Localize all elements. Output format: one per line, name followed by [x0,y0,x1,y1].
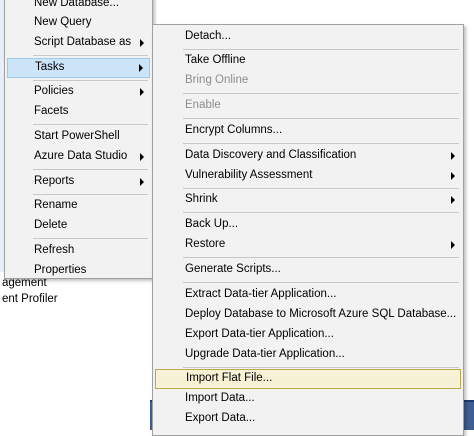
menu-item-label: Take Offline [185,54,246,66]
menu-item-export-data-tier[interactable]: Export Data-tier Application... [155,325,461,345]
menu-separator [183,188,459,189]
tree-node-profiler[interactable]: ent Profiler [2,293,58,305]
menu-item-extract-data-tier[interactable]: Extract Data-tier Application... [155,285,461,305]
menu-item-new-query[interactable]: New Query [7,13,150,33]
tasks-submenu: Detach... Take Offline Bring Online Enab… [152,24,464,436]
menu-separator [183,143,459,144]
menu-item-take-offline[interactable]: Take Offline [155,51,461,71]
menu-item-label: Vulnerability Assessment [185,169,313,181]
menu-separator [33,194,148,195]
menu-item-label: Bring Online [185,74,249,86]
menu-separator [183,49,459,50]
menu-item-policies[interactable]: Policies [7,82,150,102]
menu-item-deploy-to-azure[interactable]: Deploy Database to Microsoft Azure SQL D… [155,305,461,325]
menu-item-facets[interactable]: Facets [7,102,150,122]
menu-separator [183,282,459,283]
menu-item-label: Export Data... [185,412,256,424]
menu-item-label: Extract Data-tier Application... [185,288,337,300]
menu-item-label: Shrink [185,193,218,205]
menu-item-label: Rename [34,199,78,211]
submenu-arrow-icon [140,39,144,47]
menu-item-label: Restore [185,238,226,250]
menu-item-new-database[interactable]: New Database... [7,0,150,14]
menu-separator [33,80,148,81]
menu-item-back-up[interactable]: Back Up... [155,215,461,235]
menu-item-label: Deploy Database to Microsoft Azure SQL D… [185,308,457,320]
menu-item-refresh[interactable]: Refresh [7,241,150,261]
menu-item-script-database-as[interactable]: Script Database as [7,33,150,53]
menu-separator [183,212,459,213]
menu-item-enable[interactable]: Enable [155,96,461,116]
submenu-arrow-icon [451,152,455,160]
menu-item-label: Properties [34,264,87,276]
menu-item-shrink[interactable]: Shrink [155,190,461,210]
submenu-arrow-icon [140,178,144,186]
menu-item-import-data[interactable]: Import Data... [155,389,461,409]
menu-item-label: Policies [34,85,74,97]
menu-item-label: New Query [34,16,92,28]
menu-item-reports[interactable]: Reports [7,172,150,192]
menu-separator [183,118,459,119]
menu-separator [33,169,148,170]
object-explorer-tree: agement ent Profiler [0,272,160,430]
menu-separator [33,124,148,125]
menu-item-label: Reports [34,175,75,187]
menu-item-tasks[interactable]: Tasks [7,58,150,78]
database-context-menu: New Database... New Query Script Databas… [4,0,153,279]
menu-item-label: Detach... [185,30,232,42]
menu-item-rename[interactable]: Rename [7,196,150,216]
menu-separator [33,238,148,239]
menu-separator [183,367,459,368]
menu-item-import-flat-file[interactable]: Import Flat File... [155,369,461,389]
menu-item-encrypt-columns[interactable]: Encrypt Columns... [155,121,461,141]
menu-item-detach[interactable]: Detach... [155,27,461,47]
menu-item-label: Azure Data Studio [34,150,128,162]
menu-item-start-powershell[interactable]: Start PowerShell [7,127,150,147]
menu-item-azure-data-studio[interactable]: Azure Data Studio [7,147,150,167]
menu-item-properties[interactable]: Properties [7,261,150,281]
menu-item-vulnerability-assessment[interactable]: Vulnerability Assessment [155,166,461,186]
submenu-arrow-icon [139,64,143,72]
menu-item-label: Upgrade Data-tier Application... [185,348,345,360]
submenu-arrow-icon [451,241,455,249]
menu-item-label: Refresh [34,244,75,256]
submenu-arrow-icon [451,196,455,204]
menu-item-label: Data Discovery and Classification [185,149,357,161]
submenu-arrow-icon [451,172,455,180]
menu-item-data-discovery[interactable]: Data Discovery and Classification [155,146,461,166]
menu-item-label: Back Up... [185,218,239,230]
menu-item-label: Export Data-tier Application... [185,328,334,340]
submenu-arrow-icon [140,153,144,161]
menu-item-label: Encrypt Columns... [185,124,283,136]
menu-item-bring-online[interactable]: Bring Online [155,71,461,91]
menu-separator [33,55,148,56]
menu-item-label: Import Flat File... [186,372,273,384]
menu-item-label: Generate Scripts... [185,263,281,275]
menu-item-label: New Database... [34,0,120,9]
menu-item-label: Script Database as [34,36,132,48]
submenu-arrow-icon [140,88,144,96]
menu-item-label: Delete [34,219,68,231]
menu-separator [183,93,459,94]
menu-item-label: Enable [185,99,221,111]
menu-item-upgrade-data-tier[interactable]: Upgrade Data-tier Application... [155,345,461,365]
menu-item-label: Import Data... [185,392,255,404]
menu-item-restore[interactable]: Restore [155,235,461,255]
menu-item-delete[interactable]: Delete [7,216,150,236]
menu-item-export-data[interactable]: Export Data... [155,409,461,429]
menu-separator [183,257,459,258]
menu-item-label: Tasks [35,61,65,73]
menu-item-label: Start PowerShell [34,130,120,142]
menu-item-label: Facets [34,105,69,117]
menu-item-generate-scripts[interactable]: Generate Scripts... [155,260,461,280]
